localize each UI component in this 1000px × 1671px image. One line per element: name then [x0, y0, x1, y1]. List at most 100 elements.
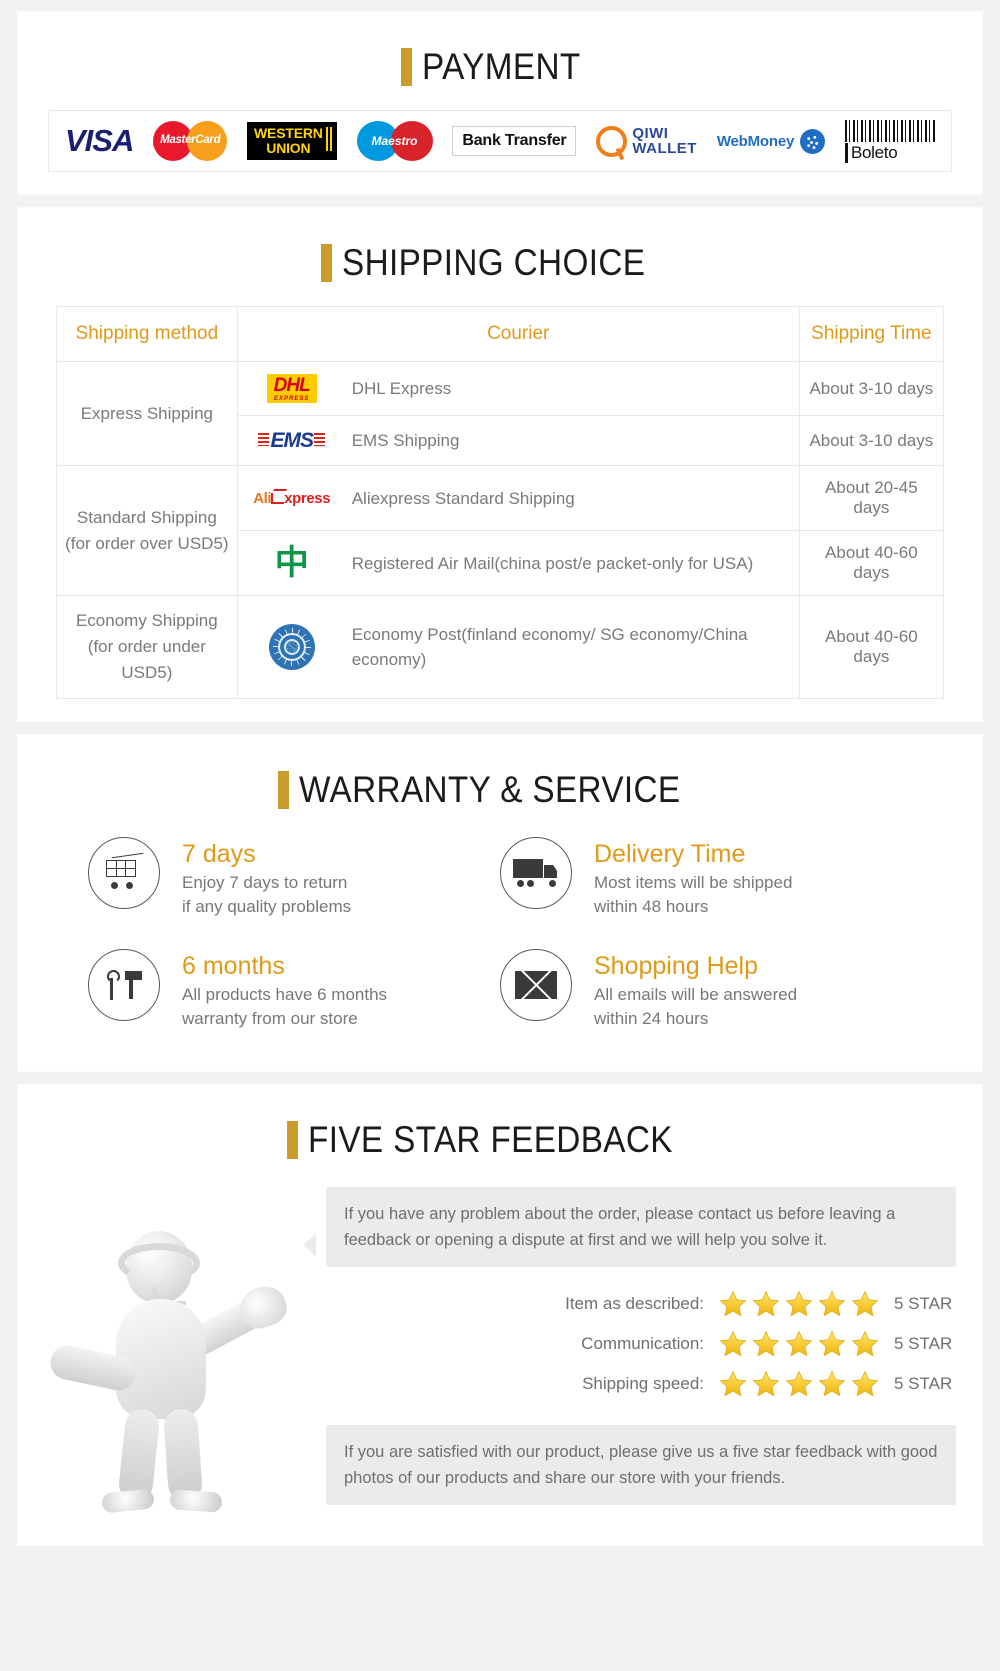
boleto-label: Boleto: [844, 142, 898, 163]
star-icon: [752, 1370, 780, 1397]
dhl-logo-sub: EXPRESS: [274, 396, 310, 402]
boleto-logo: Boleto: [844, 119, 935, 163]
column-header-method: Shipping method: [56, 306, 238, 362]
cell-courier-china-post: 中 Registered Air Mail(china post/e packe…: [236, 530, 800, 596]
cell-time-ems: About 3-10 days: [798, 415, 945, 466]
rating-label: Communication:: [581, 1334, 704, 1353]
un-post-logo-wrap: [246, 624, 338, 670]
column-header-time: Shipping Time: [798, 306, 945, 362]
courier-name: Registered Air Mail(china post/e packet-…: [351, 553, 754, 573]
warranty-item-text: Shopping Help All emails will be answere…: [594, 949, 797, 1031]
star-icon: [785, 1370, 813, 1397]
warranty-icon-circle: [500, 837, 572, 909]
star-icon: [752, 1330, 780, 1357]
courier-name: EMS Shipping: [351, 431, 460, 450]
star-icon: [719, 1370, 747, 1397]
western-union-logo: WESTERN UNION: [247, 122, 337, 160]
support-agent-mascot-icon: [44, 1213, 304, 1514]
star-icon: [851, 1370, 879, 1397]
mascot-area: [44, 1183, 314, 1514]
warranty-item-line2: if any quality problems: [182, 897, 352, 916]
feedback-body: If you have any problem about the order,…: [18, 1183, 982, 1523]
product-description-page: PAYMENT VISA MasterCard WESTERN UNION Ma…: [0, 0, 1000, 1559]
dhl-logo-wrap: DHL EXPRESS: [246, 374, 338, 403]
cell-time-aliexpress: About 20-45 days: [798, 465, 945, 531]
delivery-truck-icon: [513, 859, 559, 887]
maestro-label: Maestro: [371, 134, 418, 148]
payment-method-western-union: WESTERN UNION: [247, 122, 337, 160]
bank-transfer-logo: Bank Transfer: [452, 126, 577, 156]
qiwi-wallet-logo: QIWI WALLET: [596, 125, 697, 157]
shipping-table: Shipping method Courier Shipping Time Ex…: [56, 306, 945, 699]
heading-accent-bar: [277, 771, 289, 809]
cell-courier-aliexpress: Ali xpress Aliexpress Standard Shipping: [236, 465, 800, 531]
payment-method-visa: VISA: [65, 123, 134, 159]
cell-courier-ems: EMS EMS Shipping: [236, 415, 800, 466]
method-name: Express Shipping: [80, 403, 213, 423]
warranty-item-6-months: 6 months All products have 6 months warr…: [88, 949, 500, 1031]
webmoney-label: WebMoney: [716, 132, 795, 150]
star-icon: [719, 1330, 747, 1357]
truck-wheel-1: [517, 880, 524, 887]
aliexpress-cart-icon: [271, 492, 285, 504]
warranty-item-7-days: 7 days Enjoy 7 days to return if any qua…: [88, 837, 500, 919]
aliexpress-logo-wrap: Ali xpress: [246, 490, 338, 507]
star-icon: [851, 1330, 879, 1357]
table-header-row: Shipping method Courier Shipping Time: [56, 306, 945, 362]
warranty-item-line1: All emails will be answered: [594, 985, 798, 1004]
star-icon: [851, 1290, 879, 1317]
courier-name: Aliexpress Standard Shipping: [351, 488, 575, 508]
qiwi-label: QIWI WALLET: [632, 126, 697, 156]
table-row: Standard Shipping (for order over USD5) …: [56, 465, 945, 596]
feedback-section: FIVE STAR FEEDBACK If you have any probl…: [18, 1085, 982, 1545]
star-icon: [785, 1290, 813, 1317]
truck-cab: [544, 865, 557, 878]
mascot-headset: [118, 1243, 200, 1283]
payment-method-qiwi: QIWI WALLET: [596, 125, 697, 157]
courier-cell: 中 Registered Air Mail(china post/e packe…: [246, 546, 791, 580]
feedback-content: If you have any problem about the order,…: [304, 1183, 956, 1513]
china-post-icon: 中: [274, 544, 309, 582]
cell-method-economy: Economy Shipping (for order under USD5): [56, 595, 238, 699]
hammer-icon: [121, 971, 143, 999]
payment-method-bank-transfer: Bank Transfer: [452, 126, 577, 156]
payment-heading-text: PAYMENT: [422, 46, 581, 87]
courier-cell: EMS EMS Shipping: [246, 428, 791, 453]
wrench-icon: [106, 970, 120, 1000]
payment-methods-strip: VISA MasterCard WESTERN UNION Maestro Ba…: [48, 110, 952, 172]
dhl-icon: DHL EXPRESS: [266, 374, 317, 403]
qiwi-line2: WALLET: [632, 140, 697, 157]
ratings-list: Item as described: 5 STAR Communication:: [326, 1267, 956, 1425]
rating-row-item-as-described: Item as described: 5 STAR: [326, 1289, 956, 1319]
method-subnote: (for order over USD5): [65, 533, 229, 553]
star-icon: [818, 1370, 846, 1397]
rating-value: 5 STAR: [894, 1374, 953, 1393]
truck-wheel-2: [527, 880, 534, 887]
webmoney-logo: WebMoney: [716, 128, 826, 154]
method-name: Economy Shipping: [75, 611, 218, 630]
cell-method-express: Express Shipping: [56, 361, 238, 466]
warranty-heading-text: WARRANTY & SERVICE: [298, 769, 681, 810]
western-union-line1: WESTERN: [254, 125, 323, 141]
star-rating: [718, 1289, 880, 1319]
cart-body: [106, 860, 136, 877]
warranty-item-line2: within 24 hours: [594, 1009, 709, 1028]
rating-label: Item as described:: [565, 1294, 704, 1313]
warranty-item-shopping-help: Shopping Help All emails will be answere…: [500, 949, 912, 1031]
cell-time-dhl: About 3-10 days: [798, 361, 945, 416]
payment-heading: PAYMENT: [18, 46, 982, 88]
warranty-item-text: Delivery Time Most items will be shipped…: [594, 837, 792, 919]
warranty-icon-circle: [88, 949, 160, 1021]
method-name: Standard Shipping: [76, 507, 217, 527]
warranty-item-line1: Enjoy 7 days to return: [182, 873, 348, 892]
warranty-icon-circle: [500, 949, 572, 1021]
warranty-item-delivery-time: Delivery Time Most items will be shipped…: [500, 837, 912, 919]
feedback-notice-top: If you have any problem about the order,…: [304, 1187, 956, 1267]
cell-courier-economy: Economy Post(finland economy/ SG economy…: [236, 595, 800, 699]
feedback-notice-bottom: If you are satisfied with our product, p…: [326, 1425, 956, 1505]
aliexpress-icon: Ali xpress: [253, 489, 331, 507]
warranty-heading: WARRANTY & SERVICE: [18, 769, 982, 811]
warranty-item-line1: Most items will be shipped: [594, 873, 793, 892]
courier-cell: DHL EXPRESS DHL Express: [246, 374, 791, 403]
mascot-left-leg: [117, 1407, 161, 1503]
